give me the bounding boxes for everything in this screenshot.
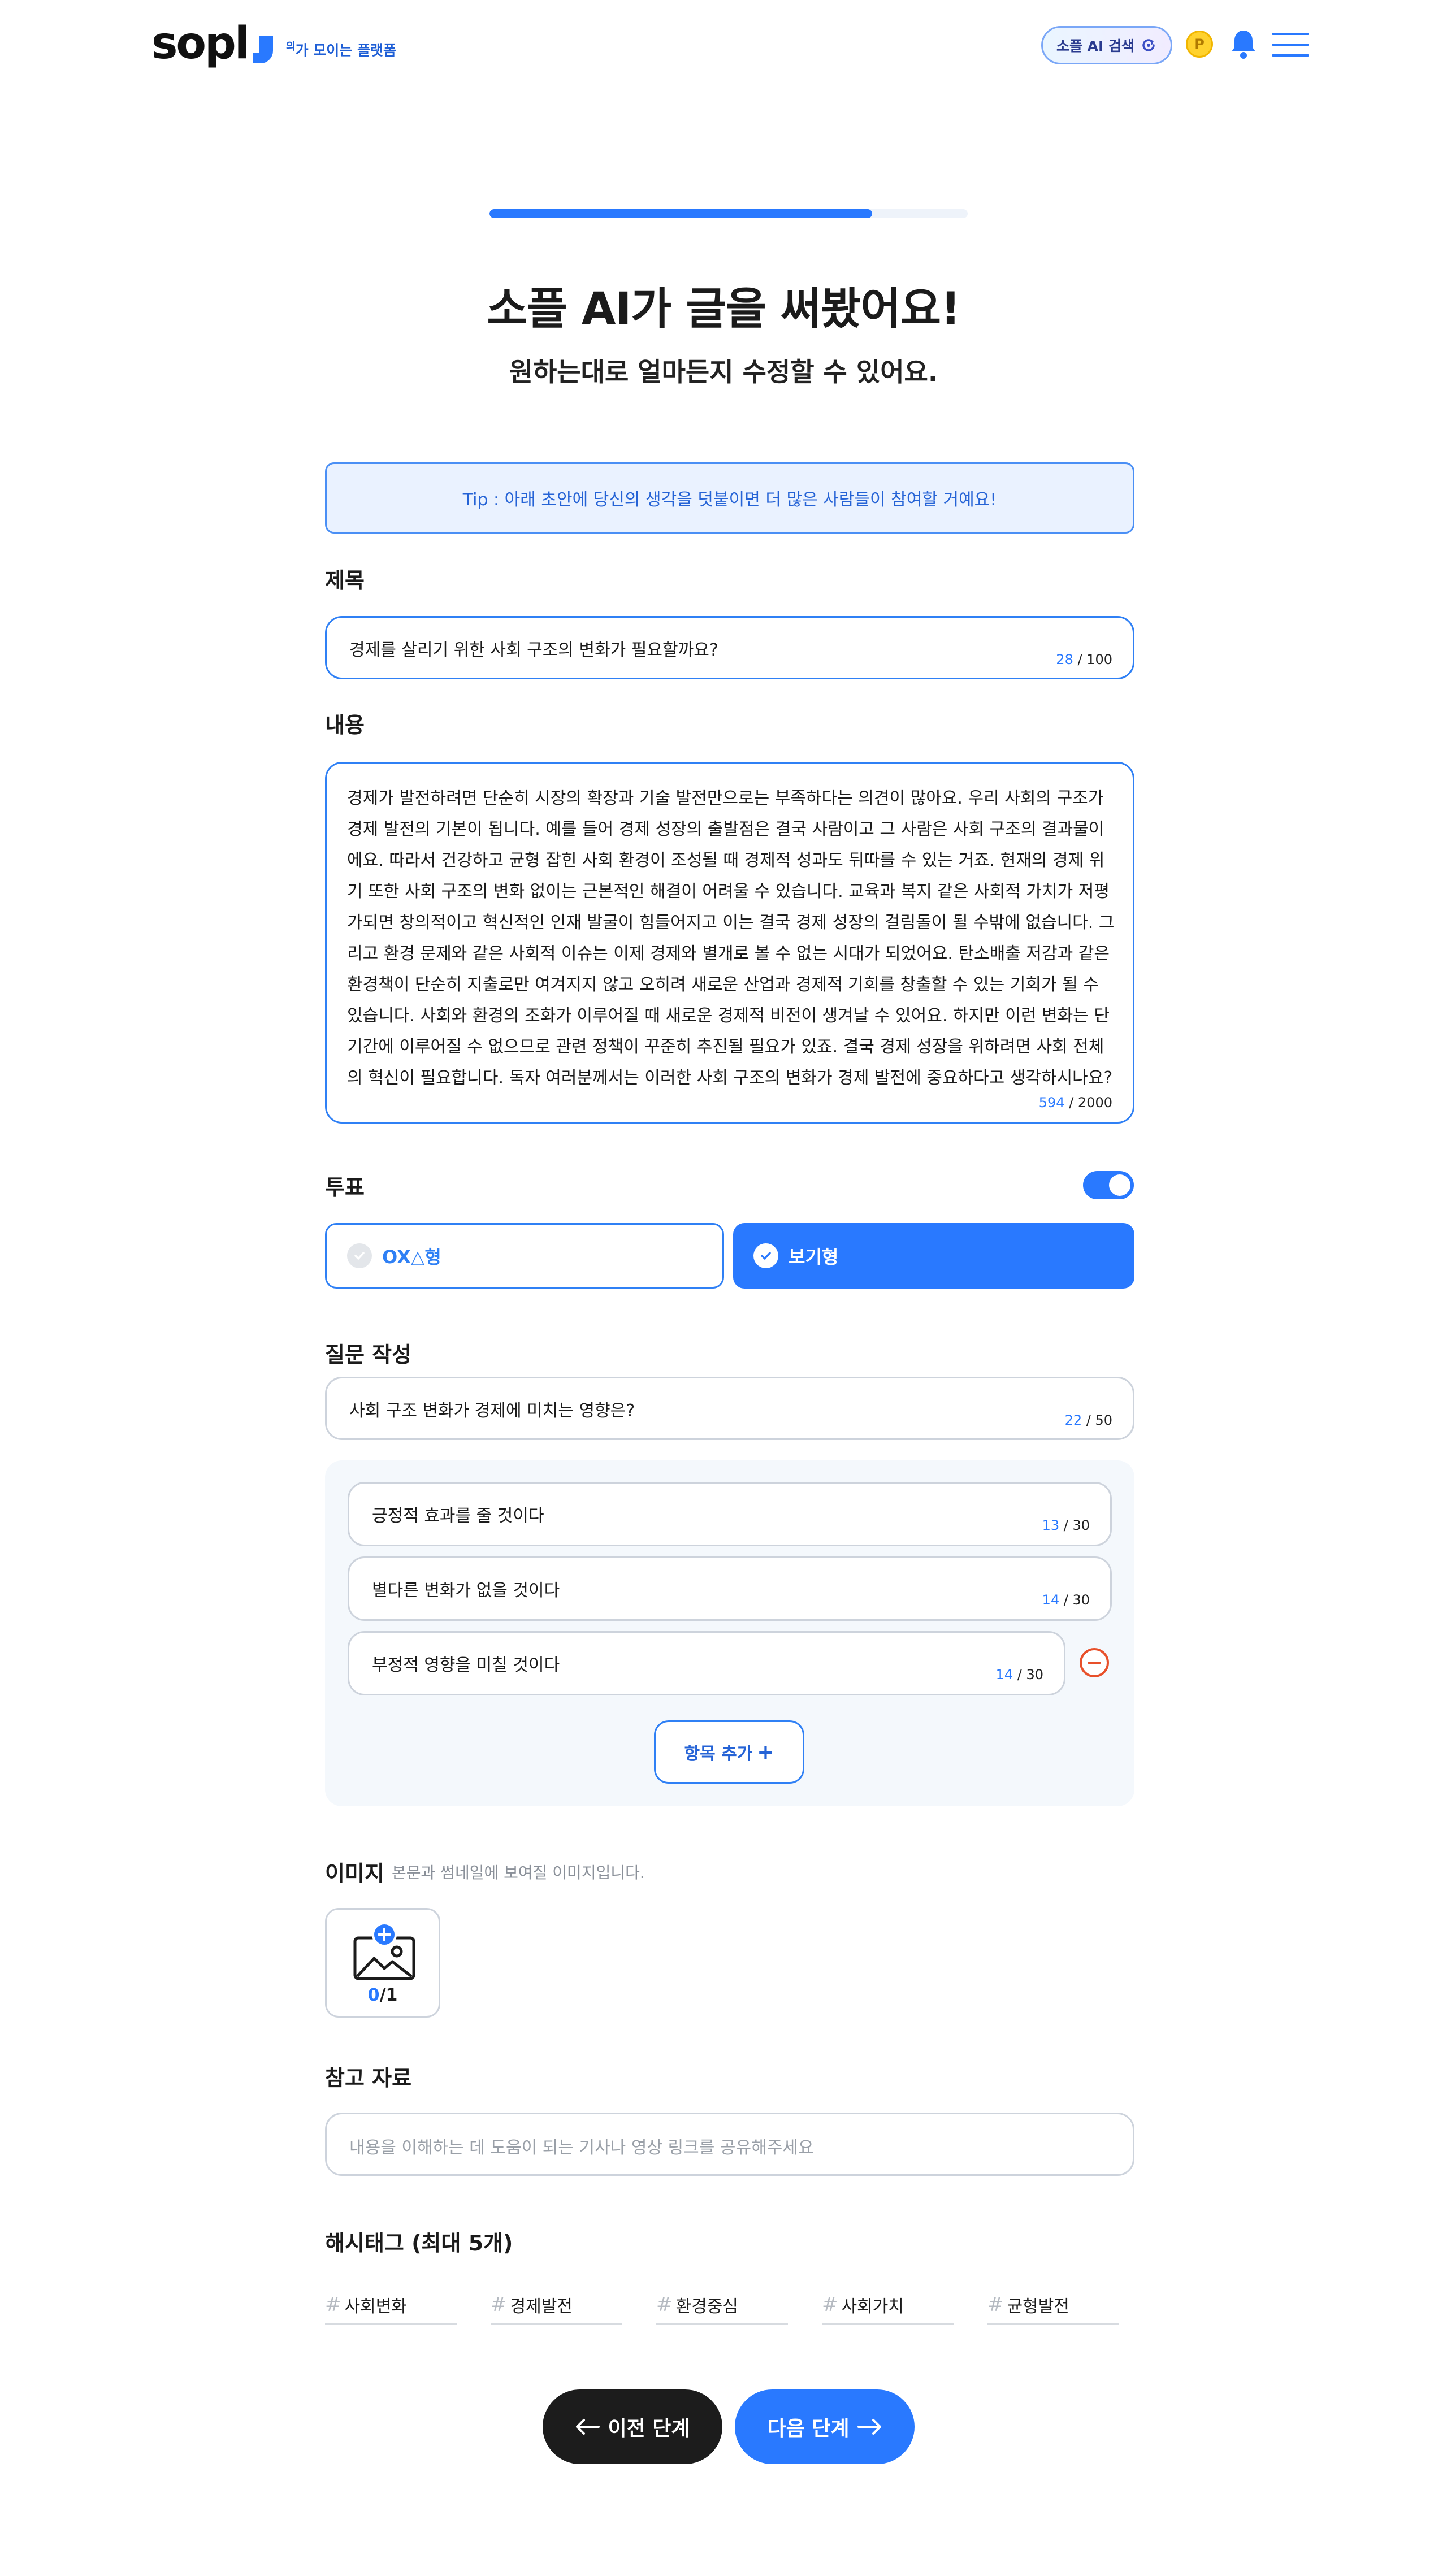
question-input-value: 사회 구조 변화가 경제에 미치는 영향은? <box>349 1401 635 1421</box>
vote-option-count: 14 <box>1042 1592 1060 1608</box>
vote-type-choice-label: 보기형 <box>789 1246 839 1268</box>
prev-step-label: 이전 단계 <box>608 2417 690 2440</box>
tagline-text: 가 모이는 플랫폼 <box>295 42 396 59</box>
image-label: 이미지 <box>325 1861 384 1886</box>
title-char-max: / 100 <box>1073 652 1112 667</box>
logo[interactable]: sopl <box>151 20 273 66</box>
step-progress-bar <box>489 209 968 218</box>
next-step-button[interactable]: 다음 단계 <box>735 2389 915 2464</box>
hash-icon: # <box>325 2293 341 2316</box>
reference-input[interactable]: 내용을 이해하는 데 도움이 되는 기사나 영상 링크를 공유해주세요 <box>325 2113 1134 2176</box>
vote-type-ox-label: OX△형 <box>382 1246 441 1268</box>
coin-icon[interactable]: P <box>1186 31 1213 58</box>
image-upload-counter: 0/1 <box>327 1985 439 2005</box>
vote-option-max: / 30 <box>1059 1517 1090 1533</box>
vote-option-max: / 30 <box>1059 1592 1090 1608</box>
question-char-counter: 22 / 50 <box>1065 1412 1112 1428</box>
vote-toggle-knob <box>1109 1174 1130 1196</box>
vote-option-counter: 13 / 30 <box>1042 1517 1090 1533</box>
hashtag-value: 경제발전 <box>510 2296 573 2317</box>
reference-label: 참고 자료 <box>325 2066 412 2091</box>
image-upload-icon <box>353 1922 415 1980</box>
hashtag-value: 환경중심 <box>675 2296 738 2317</box>
hashtag-value: 사회가치 <box>841 2296 904 2317</box>
vote-type-choice-button[interactable]: 보기형 <box>733 1223 1134 1289</box>
add-option-label: 항목 추가 <box>684 1744 753 1764</box>
ai-search-icon <box>1142 39 1155 51</box>
vote-option-input[interactable]: 부정적 영향을 미칠 것이다 14 / 30 <box>348 1631 1065 1695</box>
ai-search-label: 소플 AI 검색 <box>1056 38 1135 54</box>
tip-banner: Tip : 아래 초안에 당신의 생각을 덧붙이면 더 많은 사람들이 참여할 … <box>325 462 1134 534</box>
content-char-count: 594 <box>1038 1095 1065 1111</box>
vote-toggle[interactable] <box>1083 1171 1134 1199</box>
image-upload-button[interactable]: 0/1 <box>325 1908 440 2018</box>
hashtag-list: # 사회변화 # 경제발전 # 환경중심 # 사회가치 # 균형발전 <box>325 2286 1119 2325</box>
ai-search-button[interactable]: 소플 AI 검색 <box>1041 26 1172 64</box>
hash-icon: # <box>656 2293 673 2316</box>
hash-icon: # <box>491 2293 507 2316</box>
next-step-label: 다음 단계 <box>767 2417 850 2440</box>
page-subtitle: 원하는대로 얼마든지 수정할 수 있어요. <box>509 357 938 387</box>
logo-mark <box>252 36 273 63</box>
content-textarea-value: 경제가 발전하려면 단순히 시장의 확장과 기술 발전만으로는 부족하다는 의견… <box>347 788 1115 1088</box>
plus-icon: + <box>757 1740 774 1764</box>
content-char-max: / 2000 <box>1064 1095 1112 1111</box>
hashtags-label: 해시태그 (최대 5개) <box>325 2231 513 2256</box>
hashtag-input[interactable]: # 사회가치 <box>822 2286 954 2325</box>
hash-icon: # <box>987 2293 1004 2316</box>
vote-option-count: 14 <box>995 1667 1013 1682</box>
hash-icon: # <box>822 2293 838 2316</box>
page-title: 소플 AI가 글을 써봤어요! <box>487 284 960 335</box>
vote-option-count: 13 <box>1042 1517 1060 1533</box>
vote-option-counter: 14 / 30 <box>996 1667 1043 1682</box>
vote-option-value: 별다른 변화가 없을 것이다 <box>372 1581 560 1601</box>
arrow-left-icon <box>576 2419 600 2435</box>
tagline-sup: 의 <box>286 41 296 53</box>
vote-option-max: / 30 <box>1013 1667 1043 1682</box>
prev-step-button[interactable]: 이전 단계 <box>543 2389 722 2464</box>
add-option-button[interactable]: 항목 추가 + <box>654 1720 804 1784</box>
question-char-count: 22 <box>1064 1412 1082 1428</box>
bell-icon[interactable] <box>1229 28 1258 60</box>
hashtag-input[interactable]: # 사회변화 <box>325 2286 457 2325</box>
image-upload-max: /1 <box>379 1985 398 2005</box>
vote-type-ox-button[interactable]: OX△형 <box>325 1223 724 1289</box>
hashtag-input[interactable]: # 경제발전 <box>491 2286 622 2325</box>
vote-option-input[interactable]: 별다른 변화가 없을 것이다 14 / 30 <box>348 1556 1112 1621</box>
hashtag-value: 사회변화 <box>344 2296 407 2317</box>
question-label: 질문 작성 <box>325 1342 412 1367</box>
question-char-max: / 50 <box>1082 1412 1112 1428</box>
reference-input-placeholder: 내용을 이해하는 데 도움이 되는 기사나 영상 링크를 공유해주세요 <box>349 2138 814 2158</box>
hashtag-value: 균형발전 <box>1007 2296 1069 2317</box>
image-upload-count: 0 <box>367 1985 380 2005</box>
title-label: 제목 <box>325 568 365 593</box>
image-sublabel: 본문과 썸네일에 보여질 이미지입니다. <box>392 1863 645 1882</box>
hashtag-input[interactable]: # 균형발전 <box>987 2286 1119 2325</box>
vote-option-value: 부정적 영향을 미칠 것이다 <box>372 1655 560 1675</box>
title-char-count: 28 <box>1056 652 1073 667</box>
site-header: sopl 의가 모이는 플랫폼 소플 AI 검색 P <box>0 0 1447 90</box>
check-icon <box>753 1243 778 1268</box>
title-input-value: 경제를 살리기 위한 사회 구조의 변화가 필요할까요? <box>349 640 718 660</box>
title-input[interactable]: 경제를 살리기 위한 사회 구조의 변화가 필요할까요? 28 / 100 <box>325 616 1134 679</box>
check-icon <box>347 1243 372 1268</box>
content-char-counter: 594 / 2000 <box>1039 1095 1112 1111</box>
vote-label: 투표 <box>325 1175 365 1200</box>
tagline: 의가 모이는 플랫폼 <box>286 38 396 59</box>
arrow-right-icon <box>857 2419 881 2435</box>
vote-option-value: 긍정적 효과를 줄 것이다 <box>372 1506 544 1526</box>
hashtag-input[interactable]: # 환경중심 <box>656 2286 788 2325</box>
logo-text: sopl <box>151 18 250 69</box>
question-input[interactable]: 사회 구조 변화가 경제에 미치는 영향은? 22 / 50 <box>325 1377 1134 1440</box>
vote-option-counter: 14 / 30 <box>1042 1592 1090 1608</box>
vote-option-input[interactable]: 긍정적 효과를 줄 것이다 13 / 30 <box>348 1482 1112 1546</box>
minus-circle-icon[interactable] <box>1078 1647 1110 1679</box>
menu-icon[interactable] <box>1272 32 1309 58</box>
step-progress-fill <box>489 209 872 218</box>
content-label: 내용 <box>325 713 365 738</box>
title-char-counter: 28 / 100 <box>1056 652 1112 667</box>
content-textarea[interactable]: 경제가 발전하려면 단순히 시장의 확장과 기술 발전만으로는 부족하다는 의견… <box>325 762 1134 1124</box>
